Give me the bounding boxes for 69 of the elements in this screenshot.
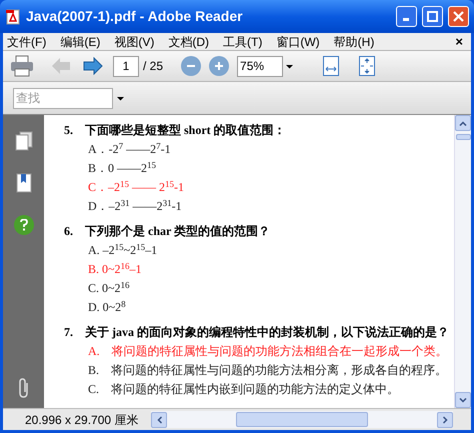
dropdown-caret-icon <box>116 96 125 100</box>
minimize-button[interactable] <box>396 6 417 27</box>
zoom-field[interactable]: 75% <box>237 56 284 76</box>
close-button[interactable] <box>448 6 469 27</box>
maximize-button[interactable] <box>422 6 443 27</box>
printer-icon <box>10 55 34 77</box>
question-number: 5. <box>64 122 73 139</box>
question-number: 6. <box>64 223 73 240</box>
answer-option: C. 将问题的特征属性内嵌到问题的功能方法的定义体中。 <box>88 382 400 396</box>
answer-option: A．-2$^{7}$ ——2$^{7}$-1 <box>88 142 171 156</box>
answer-option: B. 将问题的特征属性与问题的功能方法相分离，形成各自的程序。 <box>88 363 448 377</box>
zoom-out-button[interactable] <box>181 56 202 76</box>
find-field[interactable]: 查找 <box>13 88 113 108</box>
print-button[interactable] <box>9 53 35 79</box>
down-caret-icon <box>459 398 467 402</box>
minus-icon <box>187 65 196 67</box>
answer-option: C. 0~2$^{16}$ <box>88 281 130 295</box>
question-text: 下列那个是 char 类型的值的范围？ <box>85 223 270 240</box>
question-number: 7. <box>64 324 73 341</box>
next-page-button[interactable] <box>81 54 105 78</box>
pages-icon <box>14 131 32 151</box>
menu-item[interactable]: 文档(D) <box>168 36 209 48</box>
left-arrow-icon <box>51 57 71 75</box>
window-title: Java(2007-1).pdf - Adobe Reader <box>26 7 244 26</box>
answer-option: A. 将问题的特征属性与问题的功能方法相组合在一起形成一个类。 <box>88 344 448 358</box>
scroll-up-button[interactable] <box>455 115 471 131</box>
scroll-left-button[interactable] <box>151 412 167 428</box>
answer-option: D. 0~2$^{8}$ <box>88 300 126 314</box>
answer-option: A. –2$^{15}$~2$^{15}$–1 <box>88 243 158 257</box>
fit-page-icon <box>359 56 376 76</box>
pages-button[interactable] <box>14 131 32 151</box>
menu-item[interactable]: 编辑(E) <box>60 36 100 48</box>
plus-icon <box>215 62 224 70</box>
question-mark-icon <box>20 219 28 231</box>
bookmarks-button[interactable] <box>16 173 32 193</box>
zoom-in-button[interactable] <box>209 56 230 76</box>
scroll-down-button[interactable] <box>455 392 471 408</box>
left-caret-icon <box>156 416 162 424</box>
right-arrow-icon <box>83 57 103 75</box>
menu-item[interactable]: 窗口(W) <box>276 36 320 48</box>
close-icon <box>453 11 464 22</box>
scroll-thumb[interactable] <box>456 134 470 140</box>
page-count: / 25 <box>143 58 164 75</box>
menu-item[interactable]: 视图(V) <box>114 36 154 48</box>
help-button[interactable] <box>14 215 34 235</box>
question-text: 下面哪些是短整型 short 的取值范围： <box>85 122 286 139</box>
scroll-right-button[interactable] <box>437 412 453 428</box>
dropdown-caret-icon <box>285 64 294 68</box>
answer-option: D．–2$^{31}$ ——2$^{31}$-1 <box>88 199 182 213</box>
menu-close-button[interactable]: × <box>455 35 463 48</box>
answer-option: C．–2$^{15}$ —— 2$^{15}$-1 <box>88 180 184 194</box>
page-size-label: 20.996 x 29.700 厘米 <box>24 412 140 428</box>
attachments-button[interactable] <box>16 378 30 398</box>
pdf-icon <box>5 8 21 24</box>
scroll-thumb[interactable] <box>236 412 368 427</box>
fit-width-icon <box>323 56 340 76</box>
up-caret-icon <box>459 120 467 126</box>
answer-option: B．0 ——2$^{15}$ <box>88 161 156 175</box>
paperclip-icon <box>16 378 30 398</box>
menu-item[interactable]: 帮助(H) <box>334 36 374 48</box>
maximize-icon <box>427 11 438 22</box>
right-caret-icon <box>442 416 448 424</box>
zoom-dropdown[interactable]: 75% <box>237 56 294 76</box>
menu-item[interactable]: 文件(F) <box>7 36 46 48</box>
answer-option: B. 0~2$^{16}$–1 <box>88 262 142 276</box>
question-text: 关于 java 的面向对象的编程特性中的封装机制，以下说法正确的是？ <box>85 324 449 341</box>
menu-item[interactable]: 工具(T) <box>223 36 262 48</box>
bookmark-icon <box>16 173 32 193</box>
page-number-field[interactable]: 1 <box>113 56 139 76</box>
